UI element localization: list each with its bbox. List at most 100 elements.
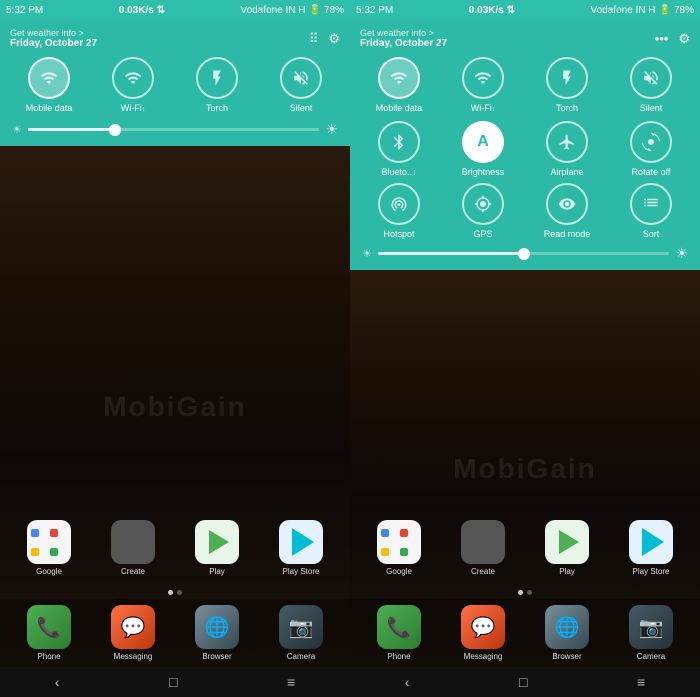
left-messaging-icon: 💬: [111, 605, 155, 649]
left-nav-home[interactable]: □: [169, 674, 177, 690]
right-toggle-bluetooth-circle: [378, 121, 420, 163]
right-create-label: Create: [471, 567, 495, 576]
right-toggle-silent-circle: [630, 57, 672, 99]
left-slider-thumb[interactable]: [109, 124, 121, 136]
left-grid-icon[interactable]: ⠿: [309, 31, 319, 47]
left-app-play[interactable]: Play: [178, 520, 256, 576]
time-left: 5:32 PM: [6, 5, 43, 16]
right-brightness-label: Brightness: [462, 167, 505, 177]
right-header-icons: ••• ⚙: [655, 31, 690, 47]
right-dot-2: [527, 590, 532, 595]
left-google-label: Google: [36, 567, 62, 576]
right-watermark: MobiGain: [453, 453, 597, 485]
right-slider-track[interactable]: [378, 252, 670, 255]
right-wifi-label: Wi-Fi↓: [471, 103, 496, 113]
right-toggle-brightness[interactable]: A Brightness: [444, 121, 522, 177]
right-weather-row: Get weather info > Friday, October 27 ••…: [360, 28, 690, 49]
left-play-label: Play: [209, 567, 225, 576]
left-dock-phone[interactable]: 📞 Phone: [10, 605, 88, 661]
right-toggle-sort[interactable]: Sort: [612, 183, 690, 239]
right-phone-panel: 5:32 PM 0.03K/s ⇅ Vodafone IN H 🔋 78% Ge…: [350, 0, 700, 697]
right-app-create[interactable]: Create: [444, 520, 522, 576]
right-google-icon: [377, 520, 421, 564]
right-status-network: 0.03K/s ⇅: [469, 5, 515, 16]
left-toggle-torch[interactable]: Torch: [178, 57, 256, 113]
left-get-weather[interactable]: Get weather info >: [10, 28, 97, 38]
right-readmode-label: Read mode: [544, 229, 591, 239]
left-dock-messaging[interactable]: 💬 Messaging: [94, 605, 172, 661]
right-app-google[interactable]: Google: [360, 520, 438, 576]
right-dock-messaging-label: Messaging: [464, 652, 503, 661]
left-google-icon: [27, 520, 71, 564]
left-app-row-1: Google Create Pla: [10, 520, 340, 576]
right-messaging-icon: 💬: [461, 605, 505, 649]
right-date: Friday, October 27: [360, 38, 447, 49]
right-playstore-label: Play Store: [633, 567, 670, 576]
left-slider-fill: [28, 128, 115, 131]
right-get-weather[interactable]: Get weather info >: [360, 28, 447, 38]
right-toggle-silent[interactable]: Silent: [612, 57, 690, 113]
left-toggle-mobile-data[interactable]: Mobile data: [10, 57, 88, 113]
left-nav-menu[interactable]: ≡: [287, 674, 295, 690]
right-toggle-wifi[interactable]: Wi-Fi↓: [444, 57, 522, 113]
right-toggle-airplane-circle: [546, 121, 588, 163]
right-toggle-airplane[interactable]: Airplane: [528, 121, 606, 177]
right-dock-browser[interactable]: 🌐 Browser: [528, 605, 606, 661]
right-nav-back[interactable]: ‹: [405, 674, 410, 690]
right-app-playstore[interactable]: Play Store: [612, 520, 690, 576]
left-toggles-grid: Mobile data Wi-Fi↓ Torch S: [10, 57, 340, 113]
right-toggle-rotate[interactable]: Rotate off: [612, 121, 690, 177]
right-toggle-wifi-circle: [462, 57, 504, 99]
left-nav-back[interactable]: ‹: [55, 674, 60, 690]
time-right: 5:32 PM: [356, 5, 393, 16]
right-toggle-readmode[interactable]: Read mode: [528, 183, 606, 239]
left-status-network: 0.03K/s ⇅: [119, 5, 165, 16]
right-home-screen: MobiGain Google: [350, 270, 700, 667]
right-toggle-readmode-circle: [546, 183, 588, 225]
left-toggle-wifi-label: Wi-Fi↓: [121, 103, 146, 113]
left-dock-browser[interactable]: 🌐 Browser: [178, 605, 256, 661]
right-create-icon: [461, 520, 505, 564]
right-dock-messaging[interactable]: 💬 Messaging: [444, 605, 522, 661]
right-toggle-gps[interactable]: GPS: [444, 183, 522, 239]
right-play-label: Play: [559, 567, 575, 576]
right-dots-icon[interactable]: •••: [655, 31, 669, 46]
right-slider-thumb[interactable]: [518, 248, 530, 260]
left-dock-camera[interactable]: 📷 Camera: [262, 605, 340, 661]
right-dock-camera[interactable]: 📷 Camera: [612, 605, 690, 661]
right-toggle-bluetooth[interactable]: Blueto..↓: [360, 121, 438, 177]
right-dock-browser-label: Browser: [552, 652, 581, 661]
left-app-playstore[interactable]: Play Store: [262, 520, 340, 576]
right-google-label: Google: [386, 567, 412, 576]
left-app-google[interactable]: Google: [10, 520, 88, 576]
left-brightness-slider[interactable]: ☀ ☀: [10, 121, 340, 138]
right-phone-icon: 📞: [377, 605, 421, 649]
right-dock-phone-label: Phone: [387, 652, 410, 661]
right-gear-icon[interactable]: ⚙: [678, 31, 690, 47]
right-play-icon: [545, 520, 589, 564]
right-toggle-rotate-circle: [630, 121, 672, 163]
right-toggle-mobile-data[interactable]: Mobile data: [360, 57, 438, 113]
left-toggle-wifi-circle: [112, 57, 154, 99]
left-play-icon: [195, 520, 239, 564]
left-weather-row: Get weather info > Friday, October 27 ⠿ …: [10, 28, 340, 49]
left-slider-track[interactable]: [28, 128, 320, 131]
right-brightness-slider[interactable]: ☀ ☀: [360, 245, 690, 262]
right-toggle-hotspot[interactable]: Hotspot: [360, 183, 438, 239]
right-toggle-torch[interactable]: Torch: [528, 57, 606, 113]
right-app-play[interactable]: Play: [528, 520, 606, 576]
left-toggle-wifi[interactable]: Wi-Fi↓: [94, 57, 172, 113]
right-nav-menu[interactable]: ≡: [637, 674, 645, 690]
right-dock: 📞 Phone 💬 Messaging 🌐 Browser 📷 Camera: [350, 599, 700, 667]
right-dock-phone[interactable]: 📞 Phone: [360, 605, 438, 661]
left-toggle-silent[interactable]: Silent: [262, 57, 340, 113]
left-gear-icon[interactable]: ⚙: [328, 31, 340, 47]
right-browser-icon: 🌐: [545, 605, 589, 649]
left-status-carrier: Vodafone IN H 🔋 78%: [240, 5, 344, 16]
right-toggle-mobile-data-circle: [378, 57, 420, 99]
left-app-create[interactable]: Create: [94, 520, 172, 576]
left-dock-messaging-label: Messaging: [114, 652, 153, 661]
left-date: Friday, October 27: [10, 38, 97, 49]
right-toggle-torch-circle: [546, 57, 588, 99]
right-nav-home[interactable]: □: [519, 674, 527, 690]
